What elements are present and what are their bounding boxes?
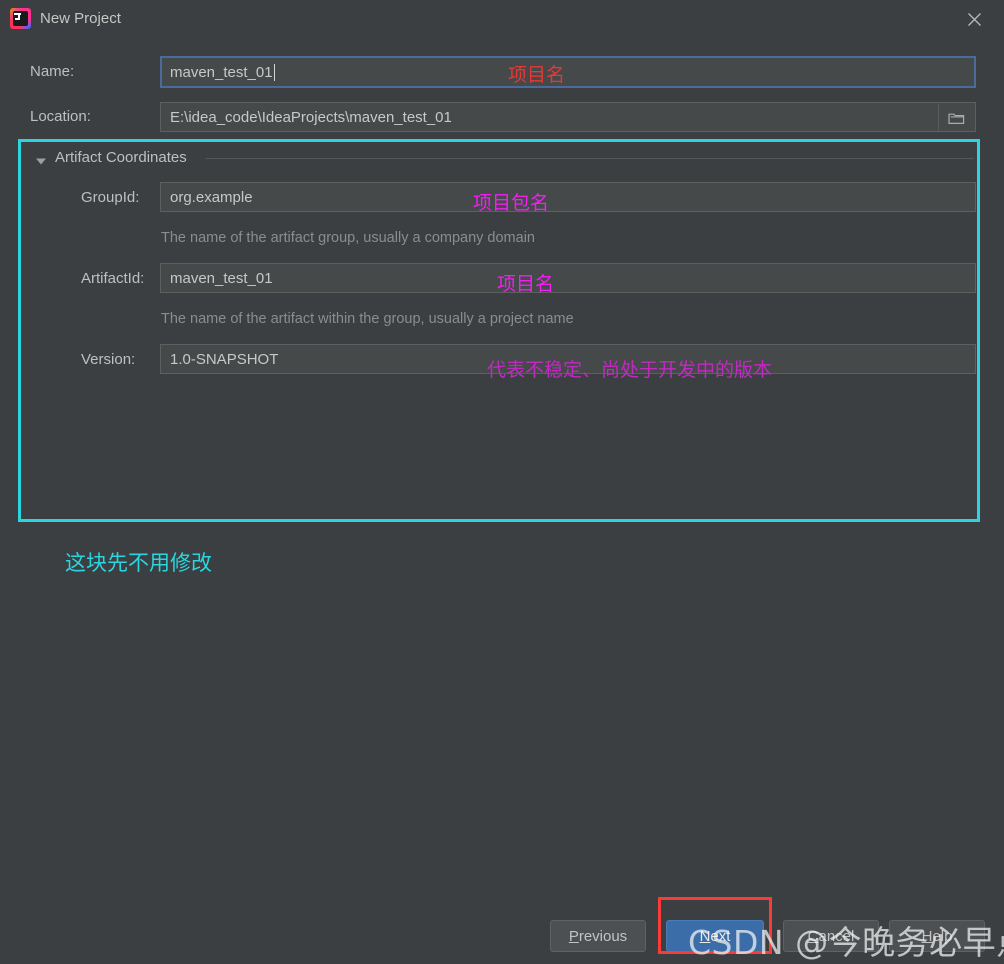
- location-input[interactable]: E:\idea_code\IdeaProjects\maven_test_01: [160, 102, 976, 132]
- annotation-group-note: 这块先不用修改: [65, 551, 212, 575]
- artifact-coordinates-title: Artifact Coordinates: [55, 149, 187, 166]
- annotation-name: 项目名: [508, 64, 566, 86]
- help-button[interactable]: Help: [889, 920, 985, 952]
- name-input[interactable]: maven_test_01: [160, 56, 976, 88]
- annotation-artifactid: 项目名: [497, 273, 555, 295]
- name-label: Name:: [30, 63, 75, 80]
- previous-button[interactable]: Previous: [550, 920, 646, 952]
- page-title: New Project: [40, 10, 121, 27]
- location-input-value: E:\idea_code\IdeaProjects\maven_test_01: [170, 108, 452, 126]
- cancel-button[interactable]: Cancel: [783, 920, 879, 952]
- groupid-hint: The name of the artifact group, usually …: [161, 230, 535, 246]
- text-caret: [273, 63, 275, 81]
- annotation-groupid: 项目包名: [473, 192, 550, 214]
- annotation-version: 代表不稳定、尚处于开发中的版本: [487, 359, 773, 381]
- name-input-value: maven_test_01: [170, 63, 273, 81]
- groupid-label: GroupId:: [81, 189, 140, 206]
- next-button[interactable]: Next: [666, 920, 764, 952]
- artifactid-hint: The name of the artifact within the grou…: [161, 311, 574, 327]
- intellij-idea-icon: [10, 8, 31, 29]
- triangle-down-icon[interactable]: [34, 154, 48, 168]
- version-input-value: 1.0-SNAPSHOT: [170, 350, 279, 368]
- artifactid-label: ArtifactId:: [81, 270, 145, 287]
- groupid-input-value: org.example: [170, 188, 253, 206]
- version-label: Version:: [81, 351, 136, 368]
- artifactid-input[interactable]: maven_test_01: [160, 263, 976, 293]
- close-icon[interactable]: [952, 2, 996, 36]
- folder-icon[interactable]: [938, 104, 974, 131]
- artifactid-input-value: maven_test_01: [170, 269, 273, 287]
- location-label: Location:: [30, 108, 91, 125]
- group-separator: [206, 158, 974, 159]
- dialog-title-bar: New Project: [0, 0, 1004, 38]
- groupid-input[interactable]: org.example: [160, 182, 976, 212]
